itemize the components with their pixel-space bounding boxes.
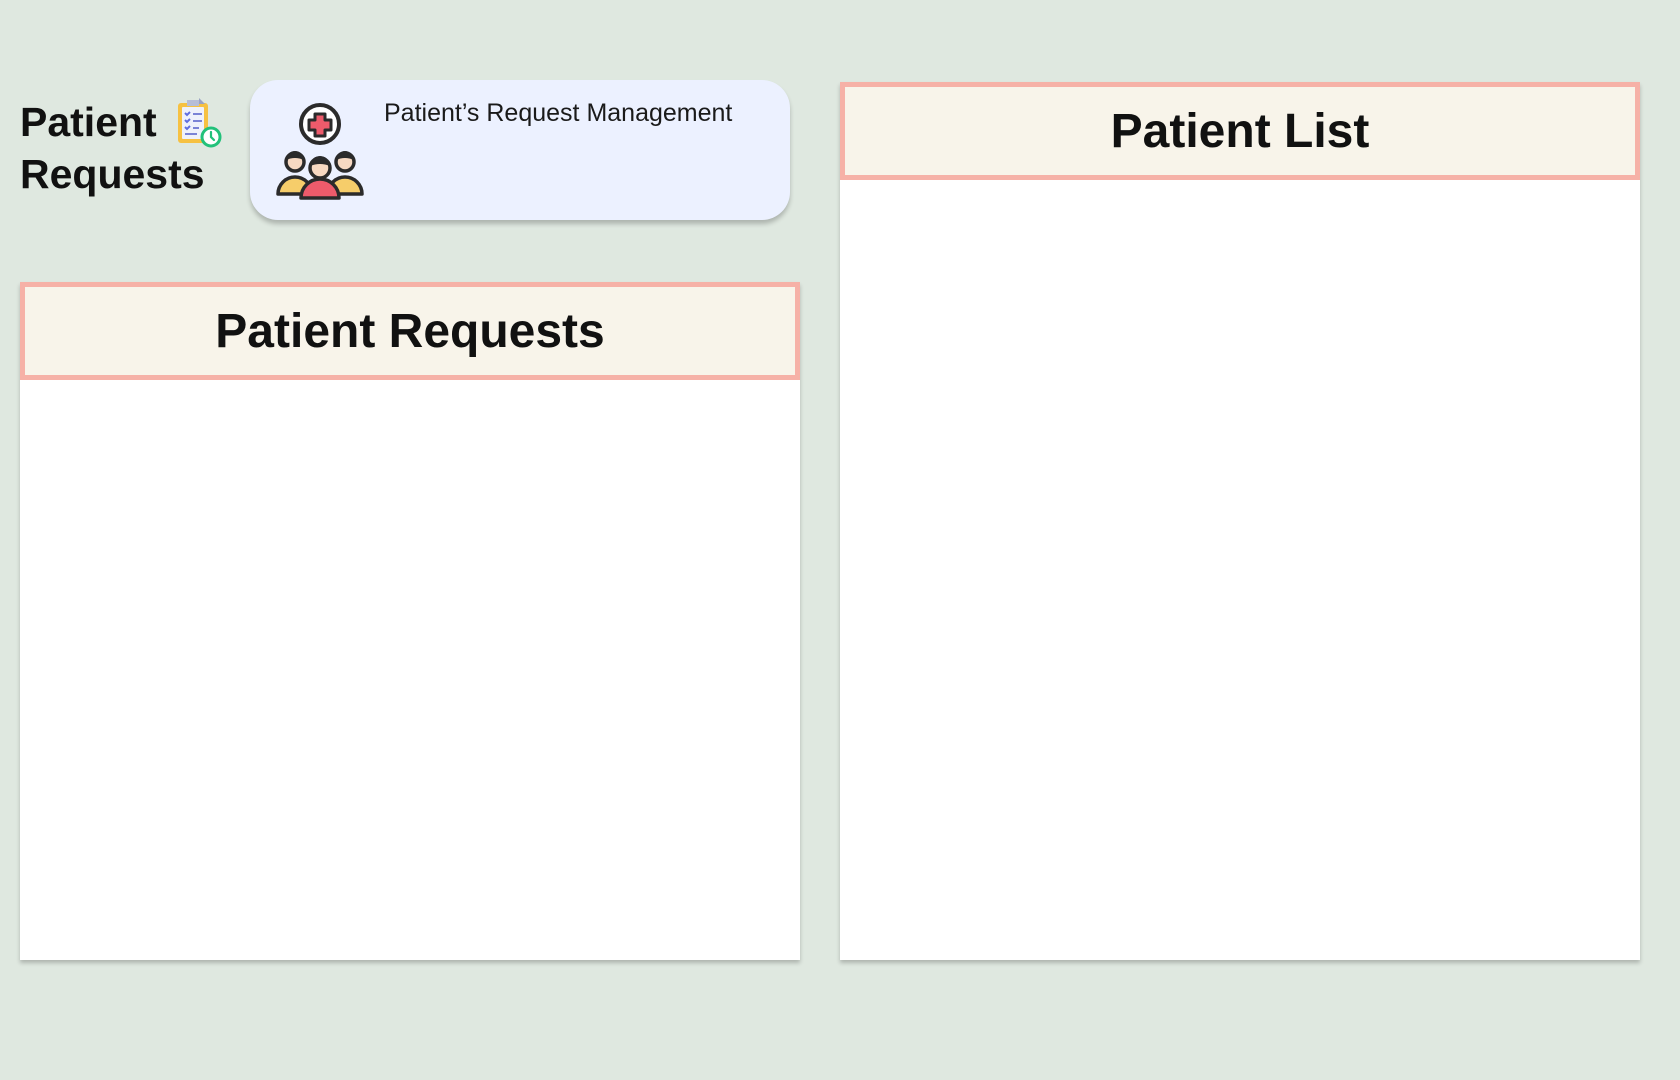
- patient-list-header: Patient List: [840, 82, 1640, 180]
- request-management-card[interactable]: Patient’s Request Management: [250, 80, 790, 220]
- patient-list-title: Patient List: [1110, 104, 1370, 158]
- patient-requests-body[interactable]: [20, 380, 800, 960]
- patient-list-body[interactable]: [840, 180, 1640, 960]
- patient-requests-panel[interactable]: Patient Requests: [20, 282, 800, 960]
- page-title-block: Patient Requests: [20, 96, 230, 200]
- patient-requests-header: Patient Requests: [20, 282, 800, 380]
- patients-medical-cross-icon: [276, 103, 364, 200]
- whiteboard-canvas: Patient Requests Patient’s Request Manag…: [0, 0, 1680, 1080]
- clipboard-checklist-clock-icon: [178, 98, 222, 148]
- patient-requests-title: Patient Requests: [215, 304, 605, 358]
- patient-list-panel[interactable]: Patient List: [840, 82, 1640, 960]
- card-text: Patient’s Request Management: [384, 99, 733, 127]
- page-title-line-2: Requests: [20, 151, 205, 197]
